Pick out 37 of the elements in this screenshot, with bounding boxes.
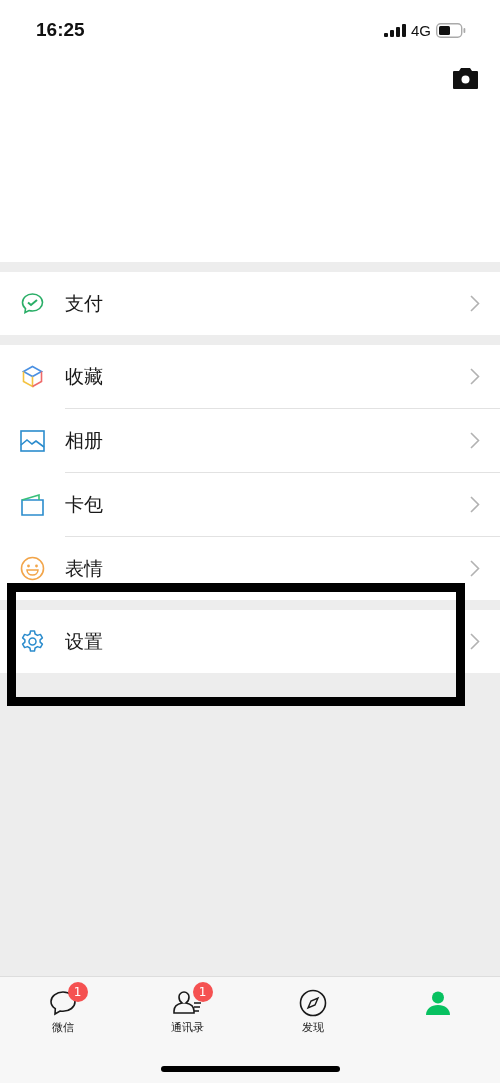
cube-icon — [20, 364, 45, 389]
menu-item-label: 支付 — [65, 290, 104, 316]
menu-item[interactable]: 设置 — [0, 610, 500, 673]
network-label: 4G — [411, 21, 431, 39]
tab[interactable]: 1 通讯录 — [125, 977, 250, 1083]
person-icon — [424, 990, 451, 1016]
unread-count: 1 — [192, 982, 213, 1002]
chevron-icon — [470, 560, 480, 577]
menu-item[interactable]: 收藏 — [0, 345, 500, 408]
battery-icon — [436, 22, 466, 38]
tab[interactable]: 1 微信 — [0, 977, 125, 1083]
status-time: 16:25 — [36, 19, 85, 41]
camera-icon[interactable] — [453, 68, 478, 89]
settings-icon — [20, 629, 45, 654]
tab[interactable]: 发现 — [250, 977, 375, 1083]
menu-item-label: 卡包 — [65, 491, 104, 517]
menu-item[interactable]: 卡包 — [0, 473, 500, 536]
menu-item[interactable]: 支付 — [0, 272, 500, 335]
chevron-icon — [470, 295, 480, 312]
signal-icon — [384, 23, 406, 37]
image-icon — [20, 429, 45, 452]
chevron-icon — [470, 432, 480, 449]
compass-icon — [298, 989, 327, 1017]
menu-item[interactable]: 相册 — [0, 409, 500, 472]
menu-item-label: 表情 — [65, 555, 104, 581]
chevron-icon — [470, 633, 480, 650]
card-icon — [20, 493, 45, 516]
menu-item[interactable]: 表情 — [0, 537, 500, 600]
menu-item-label: 设置 — [65, 628, 104, 654]
menu-item-label: 收藏 — [65, 363, 104, 389]
chevron-icon — [470, 496, 480, 513]
menu-item-label: 相册 — [65, 427, 104, 453]
unread-count: 1 — [67, 982, 88, 1002]
smiley-icon — [20, 556, 45, 581]
chevron-icon — [470, 368, 480, 385]
chat-bubble-icon — [48, 990, 77, 1016]
chat-check-icon — [20, 291, 45, 316]
